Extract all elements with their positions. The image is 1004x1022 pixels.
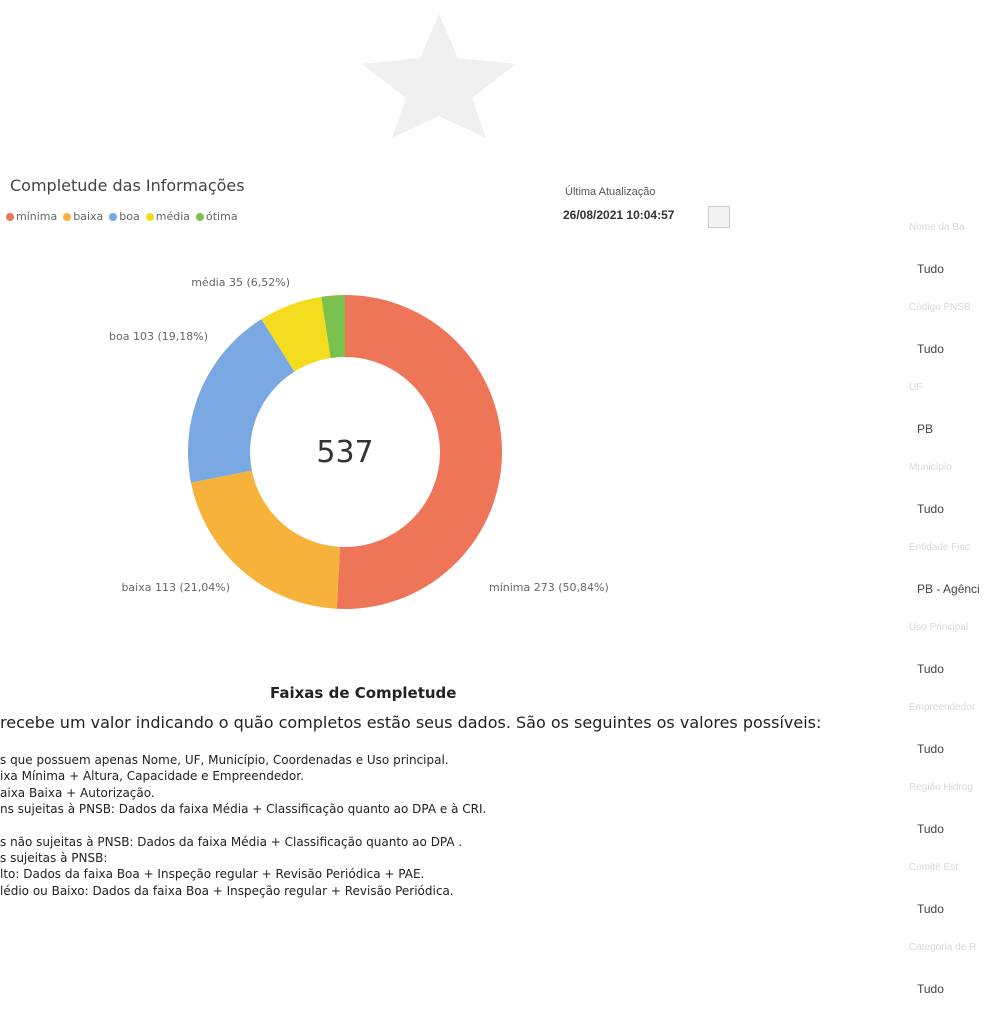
filter-label: Município xyxy=(909,462,952,473)
filter-label: Entidade Fisc xyxy=(909,542,970,553)
export-icon[interactable] xyxy=(708,206,730,228)
filter-label: Região Hidrog xyxy=(909,782,973,793)
legend-label: ótima xyxy=(206,210,238,223)
faixas-title: Faixas de Completude xyxy=(270,684,457,702)
filter-label: Nome da Ba xyxy=(909,222,965,233)
legend-item-otima[interactable]: ótima xyxy=(196,210,238,223)
filter-regiao-hidrografica[interactable]: Região Hidrog Tudo xyxy=(905,782,1004,862)
filter-uf[interactable]: UF PB xyxy=(905,382,1004,462)
filter-empreendedor[interactable]: Empreendedor Tudo xyxy=(905,702,1004,782)
filter-value[interactable]: Tudo xyxy=(917,262,944,276)
faixa-line: ns sujeitas à PNSB: Dados da faixa Média… xyxy=(0,802,487,817)
faixas-description: s que possuem apenas Nome, UF, Município… xyxy=(0,752,486,899)
filter-label: Comitê Est xyxy=(909,862,958,873)
filter-label: Código PNSB xyxy=(909,302,971,313)
faixa-line: aixa Baixa + Autorização. xyxy=(0,785,155,800)
legend-label: média xyxy=(155,210,191,223)
filter-nome-barragem[interactable]: Nome da Ba Tudo xyxy=(905,222,1004,302)
donut-chart: 537 mínima 273 (50,84%) baixa 113 (21,04%… xyxy=(109,276,609,609)
legend-item-minima[interactable]: mínima xyxy=(6,210,57,223)
filter-municipio[interactable]: Município Tudo xyxy=(905,462,1004,542)
filter-value[interactable]: Tudo xyxy=(917,822,944,836)
filter-value[interactable]: PB xyxy=(917,422,933,436)
filter-label: UF xyxy=(909,382,923,393)
faixa-line: ixa Mínima + Altura, Capacidade e Empree… xyxy=(0,769,304,784)
filter-codigo-pnsb[interactable]: Código PNSB Tudo xyxy=(905,302,1004,382)
filter-uso-principal[interactable]: Uso Principal Tudo xyxy=(905,622,1004,702)
filter-comite-estadual[interactable]: Comitê Est Tudo xyxy=(905,862,1004,942)
filter-value[interactable]: Tudo xyxy=(917,502,944,516)
legend-label: boa xyxy=(119,210,140,223)
filter-label: Categoria de R xyxy=(909,942,977,953)
chart-title: Completude das Informações xyxy=(10,176,245,195)
chart-legend: mínima baixa boa média ótima xyxy=(6,210,238,223)
filter-label: Uso Principal xyxy=(909,622,968,633)
filter-value[interactable]: PB - Agênci xyxy=(917,582,980,596)
slice-data-label: boa 103 (19,18%) xyxy=(109,330,208,343)
legend-label: mínima xyxy=(16,210,58,223)
faixa-line: s sujeitas à PNSB: xyxy=(0,850,108,865)
legend-dot xyxy=(63,212,72,221)
filter-value[interactable]: Tudo xyxy=(917,662,944,676)
filter-value[interactable]: Tudo xyxy=(917,742,944,756)
legend-item-media[interactable]: média xyxy=(145,210,191,223)
slice-data-label: baixa 113 (21,04%) xyxy=(121,581,230,594)
legend-dot xyxy=(145,212,154,221)
legend-dot xyxy=(6,212,14,221)
faixas-intro: recebe um valor indicando o quão complet… xyxy=(0,713,822,732)
slice-data-label: média 35 (6,52%) xyxy=(191,276,290,289)
filter-entidade-fiscalizadora[interactable]: Entidade Fisc PB - Agênci xyxy=(905,542,1004,622)
faixa-line: lédio ou Baixo: Dados da faixa Boa + Ins… xyxy=(0,883,454,898)
filter-label: Empreendedor xyxy=(909,702,976,713)
filter-panel: Nome da Ba Tudo Código PNSB Tudo UF PB Muni… xyxy=(905,222,1004,1022)
filter-categoria-risco[interactable]: Categoria de R Tudo xyxy=(905,942,1004,1022)
filter-value[interactable]: Tudo xyxy=(917,342,944,356)
slice-data-label: mínima 273 (50,84%) xyxy=(489,581,609,594)
legend-dot xyxy=(109,212,118,221)
legend-item-boa[interactable]: boa xyxy=(109,210,140,223)
star-watermark-icon xyxy=(362,14,516,138)
legend-dot xyxy=(196,212,205,221)
filter-value[interactable]: Tudo xyxy=(917,902,944,916)
faixa-line: s que possuem apenas Nome, UF, Município… xyxy=(0,753,449,767)
last-update-label: Última Atualização xyxy=(565,186,656,198)
legend-item-baixa[interactable]: baixa xyxy=(63,210,103,223)
faixa-line: lto: Dados da faixa Boa + Inspeção regul… xyxy=(0,867,425,882)
donut-total-label: 537 xyxy=(316,435,373,470)
last-update-value: 26/08/2021 10:04:57 xyxy=(563,208,675,222)
legend-label: baixa xyxy=(73,210,104,223)
faixa-line: s não sujeitas à PNSB: Dados da faixa Mé… xyxy=(0,834,463,849)
filter-value[interactable]: Tudo xyxy=(917,982,944,996)
